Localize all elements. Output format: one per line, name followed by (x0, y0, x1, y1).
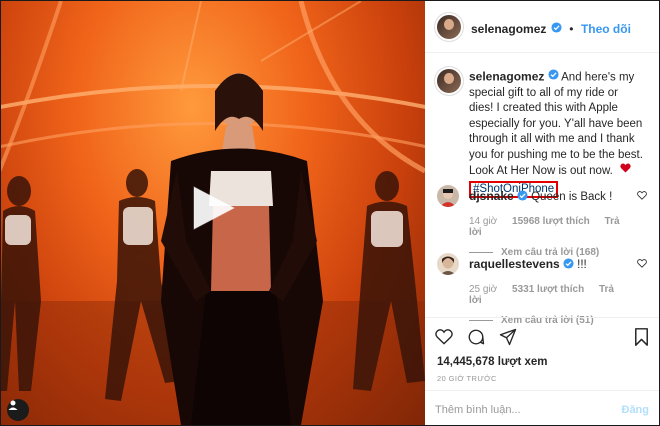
separator-dot: • (569, 22, 574, 37)
comment-meta: 25 giờ 5331 lượt thích Trả lời (469, 284, 629, 306)
heart-icon[interactable] (435, 328, 453, 351)
commenter-avatar[interactable] (437, 253, 459, 275)
caption: selenagomez And here's my special gift t… (469, 69, 645, 198)
tagged-users-icon[interactable] (7, 399, 29, 421)
comment-icon[interactable] (467, 328, 485, 351)
comment-time[interactable]: 14 giờ (469, 216, 497, 227)
commenter-username[interactable]: raquellestevens (469, 257, 560, 271)
verified-icon (563, 258, 574, 272)
play-icon[interactable] (188, 183, 238, 233)
view-count[interactable]: 14,445,678 lượt xem (437, 356, 548, 368)
comment-like-heart-icon[interactable] (637, 259, 647, 271)
post-actions: 14,445,678 lượt xem 20 GIỜ TRƯỚC Thêm bì… (425, 317, 659, 425)
verified-icon (551, 20, 562, 38)
add-comment-bar: Thêm bình luận... Đăng (425, 390, 659, 425)
comment-likes[interactable]: 5331 lượt thích (512, 284, 584, 295)
verified-icon (517, 190, 528, 204)
bookmark-icon[interactable] (634, 328, 649, 351)
author-username[interactable]: selenagomez (471, 22, 546, 36)
commenter-username[interactable]: djsnake (469, 189, 514, 203)
video-player[interactable] (1, 1, 425, 425)
add-comment-input[interactable]: Thêm bình luận... (435, 404, 521, 416)
replies-divider (469, 251, 493, 253)
action-icons (435, 328, 517, 351)
verified-icon (548, 69, 559, 86)
share-icon[interactable] (499, 328, 517, 351)
caption-text: And here's my special gift to all of my … (469, 71, 643, 178)
instagram-post: selenagomez • Theo dõi selenagomez And h… (0, 0, 660, 426)
author-avatar[interactable] (437, 15, 461, 39)
comment-like-heart-icon[interactable] (637, 191, 647, 203)
post-header: selenagomez • Theo dõi (425, 1, 659, 53)
post-comment-button[interactable]: Đăng (622, 404, 650, 416)
follow-button[interactable]: Theo dõi (581, 22, 631, 36)
comment-likes[interactable]: 15968 lượt thích (512, 216, 590, 227)
caption-avatar[interactable] (437, 69, 461, 93)
red-heart-emoji-icon (620, 163, 631, 179)
comment-meta: 14 giờ 15968 lượt thích Trả lời (469, 216, 629, 238)
commenter-avatar[interactable] (437, 185, 459, 207)
post-timestamp[interactable]: 20 GIỜ TRƯỚC (437, 374, 497, 383)
comment-time[interactable]: 25 giờ (469, 284, 497, 295)
caption-username[interactable]: selenagomez (469, 69, 544, 83)
comment-text: !!! (577, 259, 587, 271)
post-details-panel: selenagomez • Theo dõi selenagomez And h… (425, 1, 659, 425)
comment-text: Queen is Back ! (531, 191, 613, 203)
